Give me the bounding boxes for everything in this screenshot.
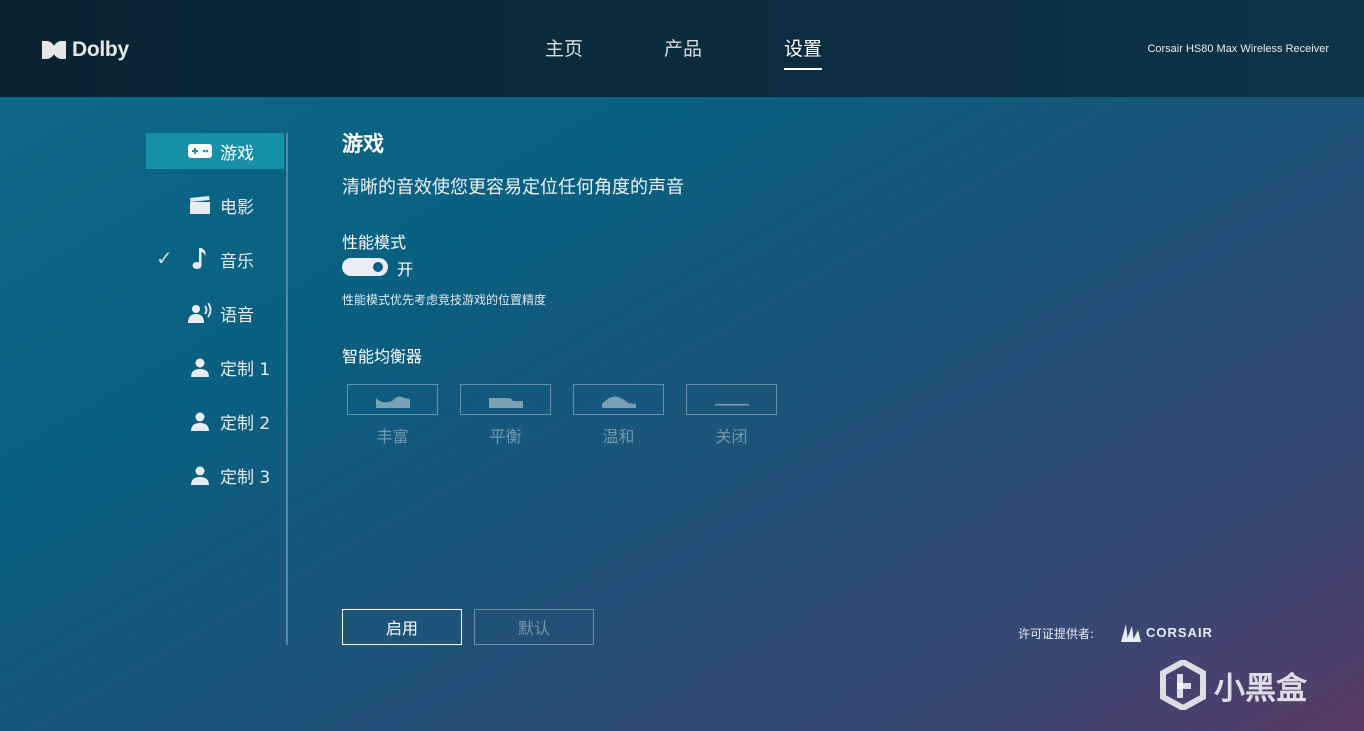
enable-button[interactable]: 启用 [342,609,462,645]
gamepad-icon [188,141,212,161]
voice-icon [188,303,212,323]
dolby-double-d-icon [42,41,66,59]
watermark-text: 小黑盒 [1214,670,1307,707]
default-button[interactable]: 默认 [474,609,594,645]
page-title: 游戏 [342,132,384,156]
sidebar-item-game[interactable]: 游戏 [146,133,284,169]
user-icon [188,411,212,431]
sidebar-item-music[interactable]: ✓ 音乐 [146,241,284,277]
eq-off-icon [714,403,749,405]
corsair-logo: CORSAIR [1120,622,1213,642]
eq-preset-rich-button[interactable] [347,384,438,415]
nav-settings[interactable]: 设置 [784,34,823,70]
watermark: 小黑盒 [1160,660,1307,710]
license-provider-label: 许可证提供者: [1018,627,1095,641]
performance-mode-state: 开 [397,260,414,279]
eq-balanced-icon [488,397,523,408]
eq-preset-balanced-button[interactable] [460,384,551,415]
user-icon [188,357,212,377]
eq-warm-icon [601,396,636,408]
performance-mode-toggle[interactable] [342,258,388,276]
sidebar-item-custom-3[interactable]: 定制 3 [146,457,284,493]
sidebar-item-custom-1[interactable]: 定制 1 [146,349,284,385]
corsair-sails-icon [1121,624,1141,642]
dolby-logo: Dolby [42,38,129,62]
sidebar-item-label: 定制 1 [220,360,271,380]
sidebar-item-movie[interactable]: 电影 [146,187,284,223]
sidebar-item-label: 定制 3 [220,468,271,488]
eq-rich-icon [375,396,410,408]
sidebar-item-voice[interactable]: 语音 [146,295,284,331]
eq-preset-warm-label: 温和 [602,427,635,446]
eq-preset-off-label: 关闭 [715,427,748,446]
eq-preset-warm-button[interactable] [573,384,664,415]
eq-preset-off-button[interactable] [686,384,777,415]
heybox-logo-icon [1160,660,1206,710]
performance-mode-label: 性能模式 [342,233,407,252]
device-name: Corsair HS80 Max Wireless Receiver [1147,43,1329,55]
sidebar-item-label: 语音 [220,306,254,326]
sidebar-item-custom-2[interactable]: 定制 2 [146,403,284,439]
sidebar-item-label: 定制 2 [220,414,271,434]
toggle-knob [373,262,383,272]
sidebar-item-label: 音乐 [220,252,254,272]
nav-home[interactable]: 主页 [545,34,583,61]
profile-sidebar: 游戏 电影 ✓ 音乐 语音 定制 1 定制 2 定制 3 [146,133,288,645]
equalizer-label: 智能均衡器 [342,347,423,366]
nav-products[interactable]: 产品 [664,34,702,61]
eq-preset-balanced-label: 平衡 [489,427,522,446]
checkmark-icon: ✓ [156,246,173,270]
page-subtitle: 清晰的音效使您更容易定位任何角度的声音 [342,177,684,198]
eq-preset-rich-label: 丰富 [376,427,409,446]
music-note-icon [188,248,212,269]
sidebar-item-label: 电影 [220,198,254,218]
corsair-logo-text: CORSAIR [1146,624,1213,640]
performance-mode-description: 性能模式优先考虑竞技游戏的位置精度 [342,293,547,307]
top-bar: Dolby 主页 产品 设置 Corsair HS80 Max Wireless… [0,0,1364,97]
user-icon [188,465,212,485]
logo-text: Dolby [72,38,129,61]
film-clapper-icon [188,195,212,215]
sidebar-item-label: 游戏 [220,144,254,164]
